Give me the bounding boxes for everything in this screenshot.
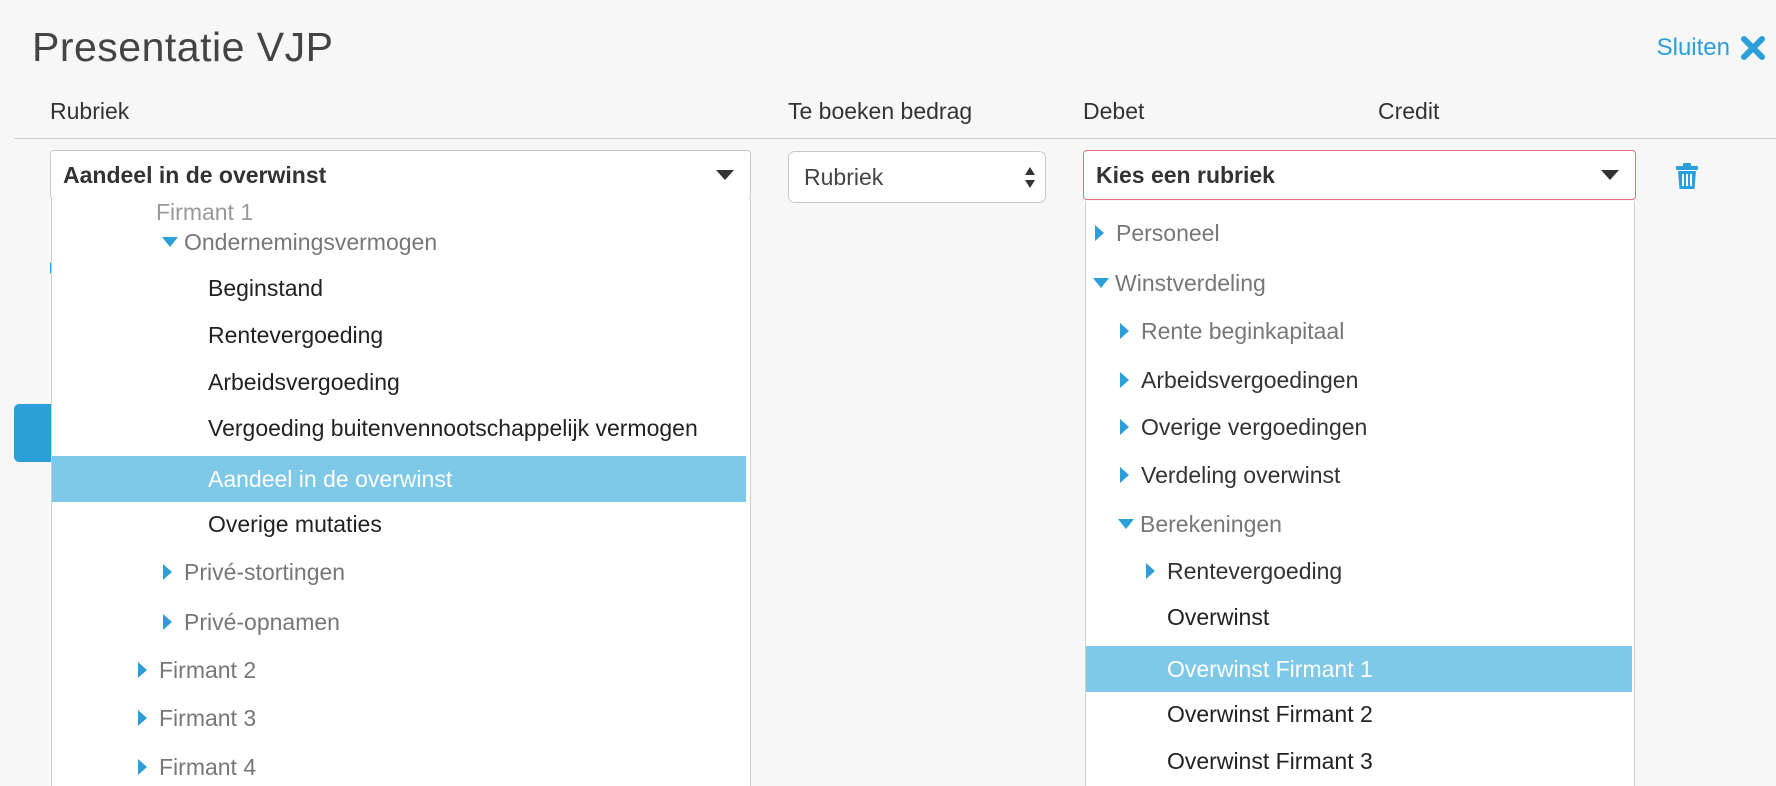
delete-row-button[interactable] <box>1676 163 1698 189</box>
tree-item-label: Personeel <box>1116 219 1220 246</box>
bedrag-stepper[interactable]: Rubriek <box>788 151 1046 203</box>
tree-item-overwinst[interactable]: Overwinst <box>1086 594 1634 640</box>
tree-item-verdeling-overwinst[interactable]: Verdeling overwinst <box>1086 452 1634 498</box>
tree-item-rentevergoeding[interactable]: Rentevergoeding <box>52 312 750 358</box>
tree-item-rente-beginkapitaal[interactable]: Rente beginkapitaal <box>1086 308 1634 354</box>
background-button[interactable] <box>14 404 54 462</box>
tree-item-berekeningen[interactable]: Berekeningen <box>1086 501 1634 547</box>
tree-item-overige-mutaties[interactable]: Overige mutaties <box>52 501 750 547</box>
tree-item-rentevergoeding[interactable]: Rentevergoeding <box>1086 548 1634 594</box>
tree-item-label: Firmant 2 <box>159 656 257 683</box>
tree-item-firmant-3[interactable]: Firmant 3 <box>52 695 750 741</box>
debet-dropdown[interactable]: Personeel Winstverdeling Rente beginkapi… <box>1085 201 1635 786</box>
trash-icon[interactable] <box>1676 163 1698 189</box>
tree-item-overige-vergoedingen[interactable]: Overige vergoedingen <box>1086 404 1634 450</box>
tree-item-label: Berekeningen <box>1140 510 1282 537</box>
tree-item-label: Overwinst <box>1167 603 1270 630</box>
tree-item-label: Rentevergoeding <box>1167 557 1343 584</box>
caret-right-icon[interactable] <box>138 759 147 775</box>
tree-item-label: Firmant 3 <box>159 704 257 731</box>
tree-item-label: Overige mutaties <box>208 510 382 537</box>
page-title: Presentatie VJP <box>32 24 334 70</box>
tree-item-ondernemingsvermogen[interactable]: Ondernemingsvermogen <box>52 219 750 265</box>
tree-item-label: Privé-stortingen <box>184 558 346 585</box>
caret-right-icon[interactable] <box>1095 225 1104 241</box>
caret-right-icon[interactable] <box>138 662 147 678</box>
tree-item-aandeel-overwinst[interactable]: Aandeel in de overwinst <box>52 456 746 502</box>
tree-item-label: Overige vergoedingen <box>1141 413 1368 440</box>
column-header-rubriek: Rubriek <box>50 98 130 124</box>
debet-select-value: Kies een rubriek <box>1096 161 1275 188</box>
bedrag-stepper-value: Rubriek <box>804 163 884 190</box>
tree-item-label: Privé-opnamen <box>184 608 340 635</box>
tree-item-firmant-4[interactable]: Firmant 4 <box>52 744 750 786</box>
caret-right-icon[interactable] <box>1120 419 1129 435</box>
column-header-bedrag: Te boeken bedrag <box>788 98 973 124</box>
tree-item-prive-stortingen[interactable]: Privé-stortingen <box>52 549 750 595</box>
tree-item-label: Beginstand <box>208 274 324 301</box>
tree-item-label: Overwinst Firmant 1 <box>1167 655 1373 682</box>
tree-item-overwinst-firmant-2[interactable]: Overwinst Firmant 2 <box>1086 691 1634 737</box>
arrow-up-icon[interactable] <box>1025 166 1035 175</box>
tree-item-beginstand[interactable]: Beginstand <box>52 265 750 311</box>
chevron-down-icon <box>1601 170 1619 180</box>
debet-select[interactable]: Kies een rubriek <box>1083 150 1636 200</box>
tree-item-overwinst-firmant-3[interactable]: Overwinst Firmant 3 <box>1086 738 1634 784</box>
arrow-down-icon[interactable] <box>1025 179 1035 188</box>
tree-item-label: Vergoeding buitenvennootschappelijk verm… <box>208 414 698 441</box>
tree-item-label: Verdeling overwinst <box>1141 461 1341 488</box>
tree-item-vergoeding-buitenvennootschappelijk[interactable]: Vergoeding buitenvennootschappelijk verm… <box>52 405 750 451</box>
caret-down-icon[interactable] <box>1118 519 1134 529</box>
stepper-arrows-icon[interactable] <box>1025 166 1035 188</box>
tree-item-label: Overwinst Firmant 3 <box>1167 747 1373 774</box>
rubriek-select[interactable]: Aandeel in de overwinst <box>50 150 751 200</box>
tree-item-overwinst-firmant-1[interactable]: Overwinst Firmant 1 <box>1086 646 1632 692</box>
caret-right-icon[interactable] <box>163 614 172 630</box>
close-button[interactable]: Sluiten <box>1657 34 1766 62</box>
tree-item-label: Rentevergoeding <box>208 321 384 348</box>
column-header-credit: Credit <box>1378 98 1440 124</box>
rubriek-select-value: Aandeel in de overwinst <box>63 161 327 188</box>
caret-right-icon[interactable] <box>1146 563 1155 579</box>
tree-item-firmant-2[interactable]: Firmant 2 <box>52 647 750 693</box>
tree-item-label: Arbeidsvergoedingen <box>1141 366 1359 393</box>
chevron-down-icon <box>716 170 734 180</box>
tree-item-label: Rente beginkapitaal <box>1141 317 1345 344</box>
tree-item-label: Ondernemingsvermogen <box>184 228 438 255</box>
tree-item-label: Firmant 4 <box>159 753 257 780</box>
tree-item-prive-opnamen[interactable]: Privé-opnamen <box>52 599 750 645</box>
close-label: Sluiten <box>1656 34 1730 61</box>
close-icon[interactable] <box>1740 35 1766 61</box>
column-header-debet: Debet <box>1083 98 1145 124</box>
tree-item-label: Arbeidsvergoeding <box>208 368 400 395</box>
caret-down-icon[interactable] <box>1093 278 1109 288</box>
tree-item-personeel[interactable]: Personeel <box>1086 210 1634 256</box>
header-divider <box>14 138 1776 139</box>
rubriek-dropdown[interactable]: Firmant 1 Ondernemingsvermogen Beginstan… <box>51 199 751 786</box>
caret-right-icon[interactable] <box>1120 323 1129 339</box>
caret-down-icon[interactable] <box>162 237 178 247</box>
tree-item-label: Winstverdeling <box>1115 269 1266 296</box>
caret-right-icon[interactable] <box>138 710 147 726</box>
caret-right-icon[interactable] <box>163 564 172 580</box>
tree-item-arbeidsvergoedingen[interactable]: Arbeidsvergoedingen <box>1086 357 1634 403</box>
tree-item-label: Aandeel in de overwinst <box>208 465 453 492</box>
caret-right-icon[interactable] <box>1120 372 1129 388</box>
tree-item-arbeidsvergoeding[interactable]: Arbeidsvergoeding <box>52 359 750 405</box>
caret-right-icon[interactable] <box>1120 467 1129 483</box>
tree-item-label: Overwinst Firmant 2 <box>1167 700 1373 727</box>
tree-item-winstverdeling[interactable]: Winstverdeling <box>1086 260 1634 306</box>
